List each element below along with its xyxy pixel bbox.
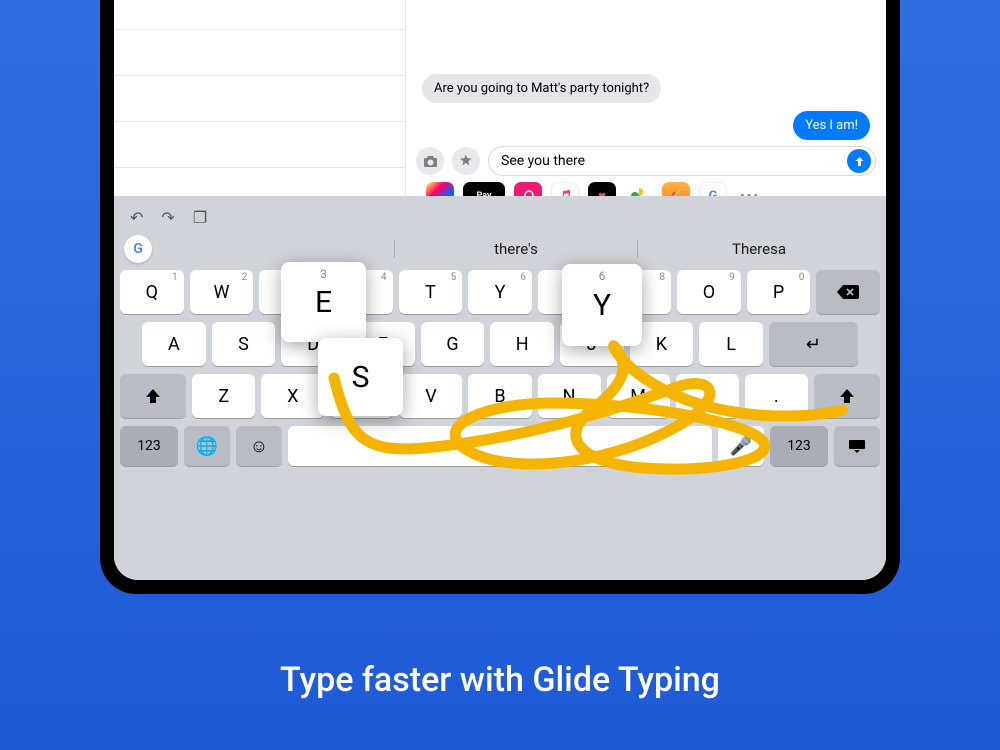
suggestion-2[interactable]: there's — [394, 240, 637, 258]
space-key[interactable] — [288, 426, 712, 466]
globe-key[interactable]: 🌐 — [184, 426, 230, 466]
shift-key-left[interactable] — [120, 374, 186, 418]
conversation-list — [114, 0, 406, 196]
key-v[interactable]: V — [399, 374, 462, 418]
send-button[interactable] — [847, 149, 871, 173]
key-n[interactable]: N — [538, 374, 601, 418]
emoji-key[interactable]: ☺ — [236, 426, 282, 466]
keyboard-toolbar: ↶ ↷ ❐ — [120, 202, 880, 232]
key-period[interactable]: . — [745, 374, 808, 418]
key-popup-y: 6 Y — [562, 264, 642, 346]
key-s[interactable]: S — [212, 322, 276, 366]
key-comma[interactable]: , — [676, 374, 739, 418]
messages-app: Are you going to Matt's party tonight? Y… — [114, 0, 886, 196]
key-h[interactable]: H — [490, 322, 554, 366]
outgoing-message: Yes I am! — [793, 111, 870, 140]
app-store-button[interactable] — [452, 147, 480, 175]
key-z[interactable]: Z — [192, 374, 255, 418]
key-q[interactable]: 1Q — [120, 270, 184, 314]
hide-keyboard-key[interactable] — [834, 426, 880, 466]
suggestion-3[interactable]: Theresa — [637, 240, 880, 258]
key-b[interactable]: B — [468, 374, 531, 418]
key-y[interactable]: 6Y — [468, 270, 532, 314]
key-x[interactable]: X — [261, 374, 324, 418]
redo-icon[interactable]: ↷ — [161, 208, 174, 227]
message-input[interactable]: See you there — [488, 146, 876, 176]
incoming-message: Are you going to Matt's party tonight? — [422, 74, 661, 103]
key-popup-s: S — [318, 338, 403, 416]
message-text: See you there — [501, 153, 847, 169]
gboard-keyboard: ↶ ↷ ❐ G there's Theresa 1Q2W3E4R5T6Y7U8I… — [114, 196, 886, 580]
google-search-button[interactable]: G — [124, 235, 152, 263]
key-l[interactable]: L — [699, 322, 763, 366]
mic-key[interactable]: 🎤 — [718, 426, 764, 466]
key-o[interactable]: 9O — [677, 270, 741, 314]
key-p[interactable]: 0P — [747, 270, 811, 314]
key-a[interactable]: A — [142, 322, 206, 366]
screen: Are you going to Matt's party tonight? Y… — [114, 0, 886, 580]
undo-icon[interactable]: ↶ — [130, 208, 143, 227]
suggestion-bar: G there's Theresa — [120, 232, 880, 266]
key-popup-e: 3 E — [281, 262, 366, 342]
clipboard-icon[interactable]: ❐ — [193, 208, 207, 227]
numbers-key-right[interactable]: 123 — [770, 426, 828, 466]
key-w[interactable]: 2W — [190, 270, 254, 314]
key-g[interactable]: G — [421, 322, 485, 366]
key-m[interactable]: M — [607, 374, 670, 418]
numbers-key[interactable]: 123 — [120, 426, 178, 466]
suggestion-1[interactable] — [152, 240, 394, 258]
return-key[interactable]: ↵ — [769, 322, 858, 366]
camera-button[interactable] — [416, 147, 444, 175]
shift-key-right[interactable] — [814, 374, 880, 418]
conversation-view: Are you going to Matt's party tonight? Y… — [406, 0, 886, 196]
backspace-key[interactable] — [816, 270, 880, 314]
key-t[interactable]: 5T — [399, 270, 463, 314]
tablet-frame: Are you going to Matt's party tonight? Y… — [100, 0, 900, 594]
promo-caption: Type faster with Glide Typing — [0, 660, 1000, 700]
